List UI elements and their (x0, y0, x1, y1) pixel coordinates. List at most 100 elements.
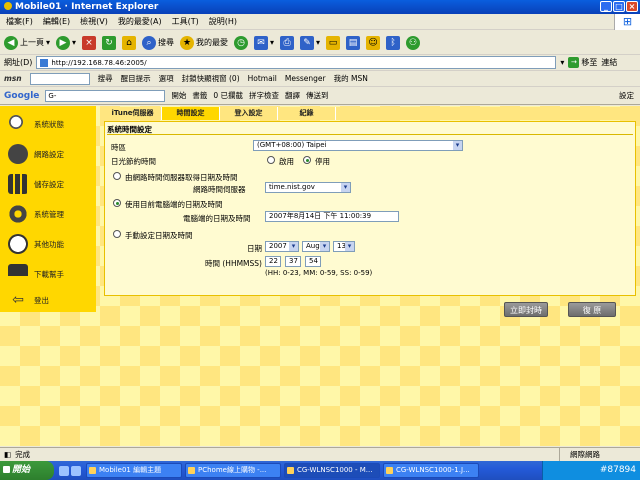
sidebar-item-logout[interactable]: ⇦ 登出 (0, 286, 96, 314)
hour-field[interactable]: 22 (265, 256, 281, 267)
msn-messenger-link[interactable]: Messenger (285, 74, 326, 83)
second-field[interactable]: 54 (305, 256, 321, 267)
forward-button[interactable]: ▶ ▾ (56, 35, 76, 50)
menu-file[interactable]: 檔案(F) (6, 16, 33, 27)
refresh-icon: ↻ (102, 35, 117, 50)
taskbar: 開始 Mobile01 編輯主題 PChome線上購物 -... CG-WLNS… (0, 461, 640, 480)
ie-quicklaunch-icon[interactable] (59, 465, 69, 476)
google-toolbar: Google G- 開始 書籤 0 已攔截 拼字檢查 翻譯 傳送到 設定 (0, 87, 640, 105)
address-dropdown-icon[interactable]: ▾ (560, 58, 564, 67)
tab-itunes[interactable]: iTune伺服器 (104, 107, 162, 120)
timezone-select[interactable]: (GMT+08:00) Taipei (253, 140, 463, 151)
edit-icon: ✎ (300, 35, 315, 50)
pc-time-option-radio[interactable] (113, 199, 121, 207)
home-button[interactable]: ⌂ (122, 35, 137, 50)
pc-time-field[interactable]: 2007年8月14日 下午 11:00:39 (265, 211, 399, 222)
maximize-button[interactable]: □ (613, 1, 625, 12)
apply-button[interactable]: 立即封時 (504, 302, 548, 317)
google-go-button[interactable]: 開始 (171, 90, 186, 101)
menu-edit[interactable]: 編輯(E) (43, 16, 70, 27)
msn-search-input[interactable] (29, 72, 90, 85)
star-icon: ★ (180, 35, 195, 50)
msn-popup-blocker[interactable]: 封鎖快顯視窗 (0) (182, 73, 240, 84)
msn-highlight-button[interactable]: 醒目提示 (121, 73, 151, 84)
menu-help[interactable]: 說明(H) (209, 16, 237, 27)
google-translate-button[interactable]: 翻譯 (285, 90, 300, 101)
google-spellcheck-button[interactable]: 拼字檢查 (249, 90, 279, 101)
status-bar: ◧ 完成 網際網路 (0, 447, 640, 462)
ntp-server-select[interactable]: time.nist.gov (265, 182, 351, 193)
sidebar-item-admin[interactable]: 系統管理 (0, 200, 96, 228)
google-send-button[interactable]: 傳送到 (306, 90, 329, 101)
go-button[interactable]: → 移至 (568, 57, 597, 68)
history-button[interactable]: ◷ (234, 35, 249, 50)
task-cg-wlnsc-j[interactable]: CG-WLNSC1000-1.J... (383, 463, 479, 478)
messenger-button[interactable]: ☺ (366, 35, 381, 50)
month-select[interactable]: Aug (302, 241, 330, 252)
search-icon: ⌕ (142, 35, 157, 50)
google-bookmarks-button[interactable]: 書籤 (192, 90, 207, 101)
edit-button[interactable]: ✎ ▾ (300, 35, 320, 50)
dst-enable-radio[interactable] (267, 156, 275, 164)
manual-option-radio[interactable] (113, 230, 121, 238)
extra-button[interactable]: ⚇ (406, 35, 421, 50)
links-button[interactable]: 連結 (601, 57, 617, 68)
stop-icon: × (82, 35, 97, 50)
google-search-input[interactable]: G- (45, 89, 166, 102)
download-icon (8, 264, 28, 284)
minimize-button[interactable]: _ (600, 1, 612, 12)
year-select[interactable]: 2007 (265, 241, 299, 252)
tab-log[interactable]: 紀錄 (278, 107, 336, 120)
task-pchome[interactable]: PChome線上購物 -... (185, 463, 281, 478)
messenger-icon: ☺ (366, 35, 381, 50)
stop-button[interactable]: × (82, 35, 97, 50)
menu-favorites[interactable]: 我的最愛(A) (118, 16, 162, 27)
title-bar: Mobile01 · Internet Explorer _ □ × (0, 0, 640, 14)
research-button[interactable]: ▤ (346, 35, 361, 50)
day-select[interactable]: 13 (333, 241, 355, 252)
search-button[interactable]: ⌕ 搜尋 (142, 35, 174, 50)
sidebar-item-other[interactable]: 其他功能 (0, 230, 96, 258)
discuss-button[interactable]: ▭ (326, 35, 341, 50)
msn-options-button[interactable]: 選項 (159, 73, 174, 84)
google-settings-button[interactable]: 設定 (619, 90, 640, 101)
ntp-option-label: 由網路時間伺服器取得日期及時間 (125, 173, 238, 182)
tab-time[interactable]: 時間設定 (162, 107, 220, 120)
mail-button[interactable]: ✉ ▾ (254, 35, 274, 50)
dst-disable-label: 停用 (315, 157, 330, 166)
msn-mymsn-link[interactable]: 我的 MSN (334, 73, 368, 84)
dst-label: 日光節約時間 (111, 157, 156, 166)
close-button[interactable]: × (626, 1, 638, 12)
sidebar-item-network[interactable]: 網路設定 (0, 140, 96, 168)
task-cg-wlnsc-m[interactable]: CG-WLNSC1000 - M... (284, 463, 380, 478)
google-logo: Google (4, 90, 40, 101)
mail-icon: ✉ (254, 35, 269, 50)
print-button[interactable]: ⎙ (280, 35, 295, 50)
time-settings-panel: 系統時間設定 時區 (GMT+08:00) Taipei 日光節約時間 啟用 停… (104, 121, 636, 296)
start-button[interactable]: 開始 (0, 461, 54, 480)
msn-search-button[interactable]: 搜尋 (98, 73, 113, 84)
sidebar-item-storage[interactable]: 儲存設定 (0, 170, 96, 198)
sidebar-item-download[interactable]: 下載幫手 (0, 260, 96, 288)
bluetooth-button[interactable]: ᛒ (386, 35, 401, 50)
dst-disable-radio[interactable] (303, 156, 311, 164)
address-input[interactable]: http://192.168.78.46:2005/ (36, 56, 557, 69)
favorites-button[interactable]: ★ 我的最愛 (180, 35, 228, 50)
refresh-button[interactable]: ↻ (102, 35, 117, 50)
menu-view[interactable]: 檢視(V) (80, 16, 108, 27)
google-blocked-button[interactable]: 0 已攔截 (213, 90, 243, 101)
ntp-option-radio[interactable] (113, 172, 121, 180)
tab-login[interactable]: 登入設定 (220, 107, 278, 120)
desktop-quicklaunch-icon[interactable] (71, 465, 81, 476)
menu-tools[interactable]: 工具(T) (172, 16, 199, 27)
restore-button[interactable]: 復 原 (568, 302, 616, 317)
research-icon: ▤ (346, 35, 361, 50)
sidebar-item-status[interactable]: 系統狀態 (0, 110, 96, 138)
home-icon: ⌂ (122, 35, 137, 50)
back-button[interactable]: ◀ 上一頁 ▾ (4, 35, 50, 50)
minute-field[interactable]: 37 (285, 256, 301, 267)
pc-time-label: 電腦端的日期及時間 (183, 214, 251, 223)
task-mobile01[interactable]: Mobile01 編輯主題 (86, 463, 182, 478)
msn-hotmail-link[interactable]: Hotmail (248, 74, 277, 83)
window-title: Mobile01 · Internet Explorer (15, 2, 159, 12)
